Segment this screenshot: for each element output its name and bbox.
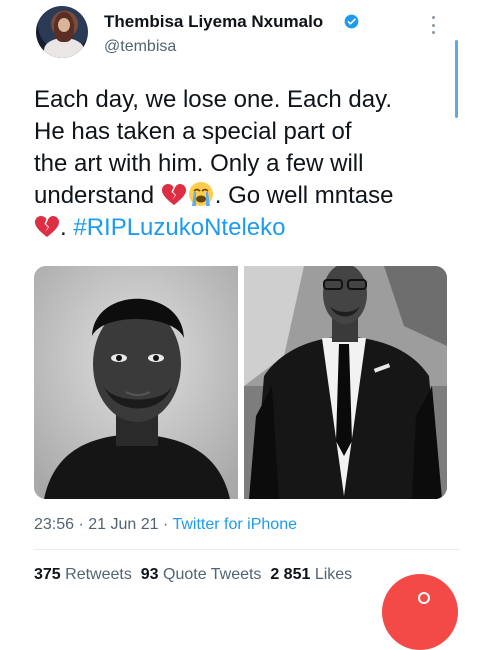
hashtag-link[interactable]: #RIPLuzukoNteleko [73,214,285,241]
retweets-label: Retweets [65,566,132,583]
more-options-icon[interactable] [430,16,436,34]
compose-icon [418,592,430,604]
tweet-line: Each day, we lose one. Each day. [34,86,392,113]
verified-badge-icon [344,14,359,29]
broken-heart-icon [35,216,59,237]
author-handle[interactable]: @tembisa [104,38,176,56]
tweet-photo-1[interactable] [34,266,238,499]
quote-tweets-count: 93 [140,566,159,583]
tweet-photo-2[interactable] [244,266,447,499]
likes-count: 2 851 [270,566,311,583]
tweet-line: understand . Go well mntase [34,180,454,212]
tweet-stats: 375 Retweets 93 Quote Tweets 2 851 Likes [34,566,352,584]
loudly-crying-face-icon [188,182,213,206]
quote-tweets-label: Quote Tweets [163,566,262,583]
tweet-time: 23:56 [34,516,75,533]
separator: · [74,516,89,533]
tweet-text-fragment: understand [34,182,161,209]
retweets-count: 375 [34,566,61,583]
separator: · [158,516,173,533]
tweet-line: the art with him. Only a few will [34,150,364,177]
author-avatar[interactable] [36,6,88,58]
tweet-text-fragment: . [60,214,74,241]
quote-tweets-stat[interactable]: 93 Quote Tweets [141,566,262,583]
divider [34,549,460,550]
scrollbar[interactable] [455,40,458,118]
broken-heart-icon [161,184,186,205]
tweet-line: . #RIPLuzukoNteleko [34,212,454,244]
likes-stat[interactable]: 2 851 Likes [270,566,352,583]
tweet-source-link[interactable]: Twitter for iPhone [172,516,297,533]
likes-label: Likes [314,566,353,583]
compose-fab-button[interactable] [382,574,458,650]
tweet-metadata: 23:56 · 21 Jun 21 · Twitter for iPhone [34,516,297,534]
tweet-date: 21 Jun 21 [88,516,159,533]
tweet-text-fragment: . Go well mntase [214,182,394,209]
author-name[interactable]: Thembisa Liyema Nxumalo [104,12,323,32]
retweets-stat[interactable]: 375 Retweets [34,566,132,583]
tweet-text: Each day, we lose one. Each day. He has … [34,84,454,244]
tweet-line: He has taken a special part of [34,118,352,145]
